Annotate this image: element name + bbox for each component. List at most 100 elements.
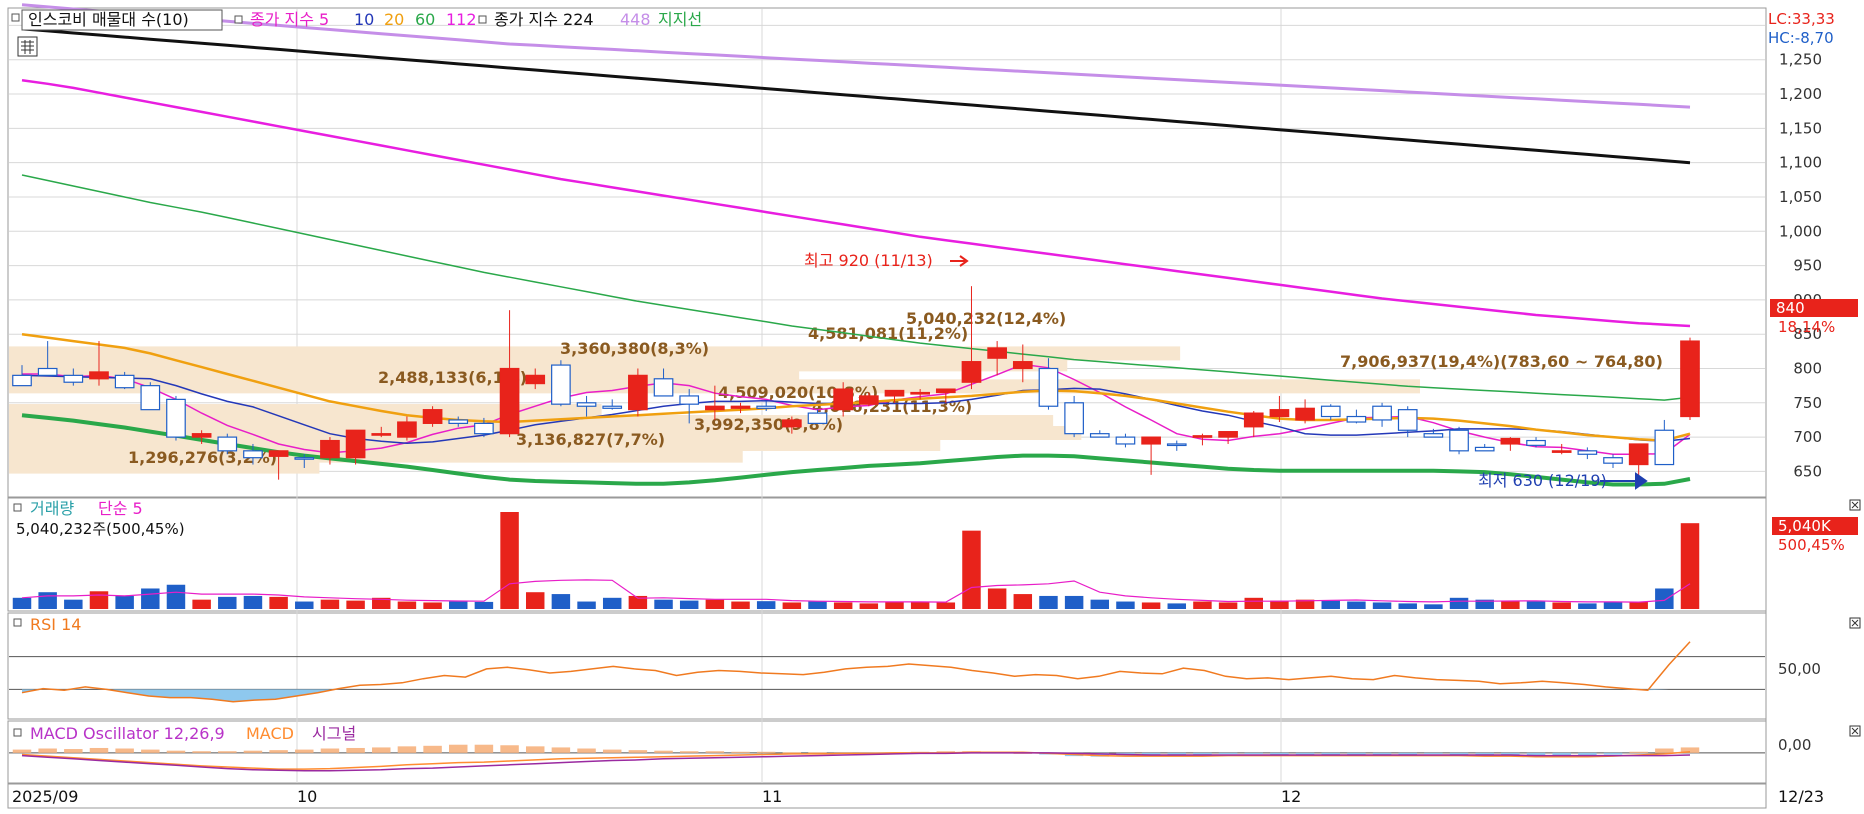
candle-body bbox=[1449, 429, 1469, 452]
candle-body bbox=[525, 374, 546, 385]
candle-body bbox=[576, 402, 597, 407]
volume-bar bbox=[1501, 600, 1520, 609]
legend-close-index: 종가 지수 5 bbox=[250, 10, 329, 29]
volume-bar bbox=[885, 601, 904, 609]
volume-bar bbox=[346, 600, 365, 609]
macd-oscillator-bar bbox=[449, 744, 468, 753]
volume-bar bbox=[1013, 594, 1033, 609]
candle-body bbox=[243, 450, 263, 459]
volume-bar bbox=[1526, 601, 1546, 609]
volume-bar bbox=[1449, 597, 1469, 609]
price-tick-label: 1,000 bbox=[1779, 222, 1822, 240]
volume-bar bbox=[525, 592, 545, 609]
candle-body bbox=[499, 367, 520, 435]
legend-checkbox[interactable] bbox=[11, 13, 20, 22]
volume-bar bbox=[1680, 523, 1700, 609]
macd-oscillator-bar bbox=[38, 748, 57, 753]
volume-bar bbox=[910, 601, 930, 609]
macd-oscillator-bar bbox=[397, 746, 417, 753]
legend-support: 지지선 bbox=[658, 10, 702, 29]
legend-p112: 112 bbox=[446, 10, 477, 29]
macd-tick-0: 0,00 bbox=[1778, 736, 1811, 754]
volume-bar bbox=[731, 601, 750, 609]
volume-bar bbox=[166, 584, 186, 609]
volume-bar bbox=[1064, 595, 1084, 609]
candle-body bbox=[910, 391, 930, 395]
volume-bar bbox=[756, 601, 776, 609]
candle-body bbox=[114, 374, 135, 389]
legend-p10: 10 bbox=[354, 10, 374, 29]
candle-body bbox=[884, 389, 905, 397]
macd-legend-checkbox[interactable] bbox=[13, 728, 22, 737]
volume-legend-b: 단순 5 bbox=[98, 499, 143, 518]
macd-oscillator-bar bbox=[679, 751, 699, 753]
macd-oscillator-bar bbox=[1655, 748, 1674, 753]
candle-body bbox=[653, 378, 674, 397]
candle-body bbox=[448, 419, 469, 424]
price-tick-label: 950 bbox=[1793, 257, 1822, 275]
volume-bar bbox=[679, 600, 699, 609]
macd-oscillator-bar bbox=[243, 750, 263, 753]
macd-oscillator-bar bbox=[628, 750, 648, 753]
volume-bar bbox=[1141, 602, 1161, 609]
candle-body bbox=[1372, 405, 1392, 421]
macd-oscillator-bar bbox=[1218, 752, 1238, 754]
macd-oscillator-bar bbox=[141, 749, 160, 753]
candle-body bbox=[191, 433, 212, 438]
candle-body bbox=[1320, 405, 1341, 418]
rsi-panel-close-icon[interactable] bbox=[1849, 617, 1861, 629]
macd-oscillator-bar bbox=[1603, 752, 1623, 755]
volume-bar bbox=[782, 602, 802, 609]
volume-bar bbox=[1039, 595, 1058, 609]
volume-legend-checkbox[interactable] bbox=[13, 503, 22, 512]
macd-panel-close-icon[interactable] bbox=[1849, 725, 1861, 737]
candle-body bbox=[217, 436, 238, 452]
volume-bar bbox=[833, 602, 853, 609]
candle-body bbox=[294, 457, 315, 460]
volume-profile-label: 5,040,232(12,4%) bbox=[906, 309, 1066, 328]
macd-oscillator-bar bbox=[1244, 752, 1263, 754]
price-tick-label: 750 bbox=[1793, 394, 1822, 412]
candle-body bbox=[371, 433, 392, 436]
candle-body bbox=[1577, 450, 1598, 455]
grid-toggle-icon[interactable] bbox=[17, 36, 38, 57]
candle-body bbox=[474, 422, 494, 435]
candle-body bbox=[1166, 443, 1187, 447]
volume-profile-label: 7,906,937(19,4%)(783,60 ~ 764,80) bbox=[1340, 352, 1663, 371]
volume-bar bbox=[89, 591, 109, 609]
macd-oscillator-bar bbox=[551, 747, 571, 753]
volume-bar bbox=[1193, 601, 1212, 609]
volume-profile-label: 4,509,020(10,8%) bbox=[718, 383, 878, 402]
x-label-sep: 2025/09 bbox=[12, 787, 78, 806]
legend-checkbox-3[interactable] bbox=[478, 15, 487, 24]
candle-body bbox=[1064, 402, 1084, 435]
candle-body bbox=[1551, 450, 1572, 453]
rsi-legend-checkbox[interactable] bbox=[13, 618, 22, 627]
volume-bar bbox=[38, 592, 57, 609]
volume-bar bbox=[243, 595, 263, 609]
volume-bar bbox=[320, 599, 340, 609]
volume-bar bbox=[1603, 601, 1623, 609]
volume-bar bbox=[705, 599, 725, 609]
volume-bar bbox=[1655, 588, 1674, 609]
legend-checkbox-2[interactable] bbox=[234, 15, 243, 24]
volume-bar bbox=[1218, 602, 1238, 609]
volume-panel-frame bbox=[7, 497, 1767, 612]
macd-oscillator-bar bbox=[218, 751, 237, 753]
macd-oscillator-bar bbox=[12, 749, 32, 753]
candle-body bbox=[1012, 361, 1033, 370]
volume-bar bbox=[1424, 604, 1443, 609]
candle-body bbox=[1269, 409, 1290, 418]
volume-panel-close-icon[interactable] bbox=[1849, 499, 1861, 511]
macd-oscillator-bar bbox=[166, 750, 186, 753]
price-tick-label: 1,100 bbox=[1779, 154, 1822, 172]
price-tick-label: 1,150 bbox=[1779, 119, 1822, 137]
volume-bar bbox=[423, 602, 442, 609]
last-price-text: 840 bbox=[1776, 299, 1805, 317]
volume-bar bbox=[859, 603, 879, 609]
macd-legend-a: MACD Oscillator 12,26,9 bbox=[30, 724, 225, 743]
volume-badge-text: 5,040K bbox=[1778, 517, 1832, 535]
candle-body bbox=[1654, 429, 1675, 466]
volume-bar bbox=[962, 530, 981, 609]
candle-body bbox=[807, 412, 828, 424]
